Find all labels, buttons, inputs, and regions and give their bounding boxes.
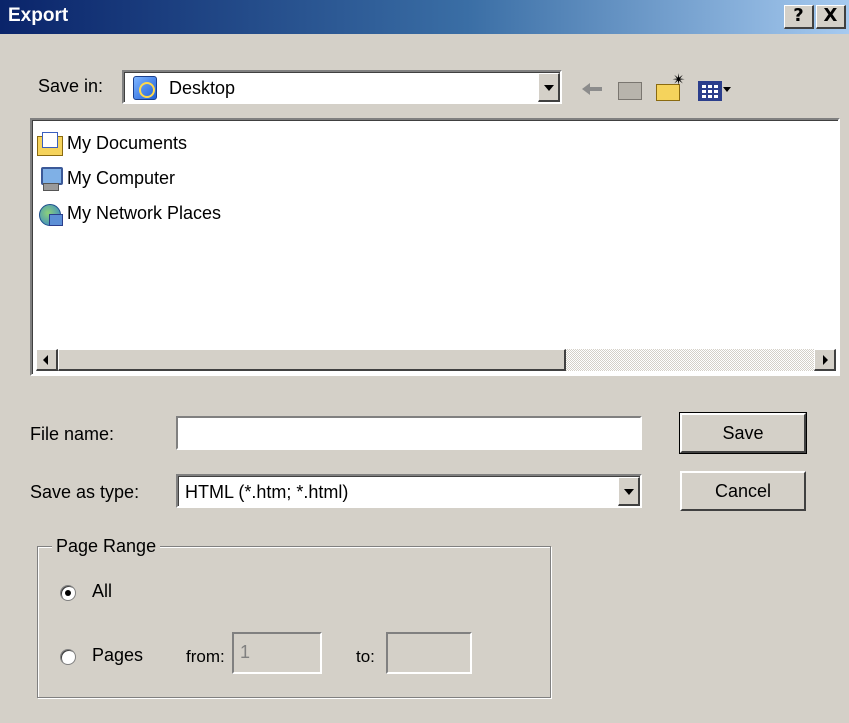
window-title: Export (8, 5, 69, 26)
export-dialog: Export ? X Save in: Desktop My Documents… (0, 0, 849, 723)
back-icon[interactable] (580, 76, 606, 102)
save-as-type-field: HTML (*.htm; *.html) (178, 476, 640, 506)
save-in-dropdown[interactable]: Desktop (122, 70, 562, 104)
save-as-type-value: HTML (*.htm; *.html) (185, 482, 349, 502)
page-range-title: Page Range (52, 536, 161, 557)
list-item-label: My Computer (67, 168, 176, 188)
save-button[interactable]: Save (679, 412, 807, 454)
from-page-input[interactable] (232, 632, 322, 674)
network-places-icon (37, 202, 63, 226)
desktop-icon (133, 76, 157, 100)
help-button[interactable]: ? (784, 5, 814, 29)
save-in-value: Desktop (169, 78, 236, 98)
scroll-right-button[interactable] (814, 349, 836, 371)
view-menu-icon[interactable] (696, 76, 736, 102)
scroll-left-button[interactable] (36, 349, 58, 371)
save-in-dropdown-arrow[interactable] (538, 73, 560, 102)
file-name-label: File name: (30, 424, 115, 444)
list-item-label: My Network Places (67, 203, 222, 223)
save-as-type-label: Save as type: (30, 482, 140, 502)
page-range-radio[interactable] (60, 649, 76, 665)
from-label: from: (186, 647, 225, 666)
save-as-type-dropdown[interactable]: HTML (*.htm; *.html) (176, 474, 642, 508)
file-list-content: My Documents My Computer My Network Plac… (32, 120, 838, 374)
save-in-label: Save in: (38, 76, 104, 96)
pages-label[interactable]: Pages (92, 645, 143, 666)
to-page-input[interactable] (386, 632, 472, 674)
file-list[interactable]: My Documents My Computer My Network Plac… (30, 118, 840, 376)
list-item-label: My Documents (67, 133, 188, 153)
close-button[interactable]: X (816, 5, 846, 29)
my-computer-icon (37, 167, 63, 191)
new-folder-icon[interactable] (654, 70, 688, 102)
page-range-group (37, 546, 551, 698)
horizontal-scrollbar[interactable] (36, 349, 836, 371)
file-name-input[interactable] (176, 416, 642, 450)
cancel-button[interactable]: Cancel (680, 471, 806, 511)
all-pages-label[interactable]: All (92, 581, 112, 602)
up-one-level-icon[interactable] (616, 76, 644, 102)
title-bar[interactable]: Export ? X (0, 0, 849, 34)
all-pages-radio[interactable] (60, 585, 76, 601)
to-label: to: (356, 647, 375, 666)
my-documents-icon (37, 132, 63, 156)
save-in-dropdown-field: Desktop (124, 72, 560, 102)
save-as-type-dropdown-arrow[interactable] (618, 477, 640, 506)
scrollbar-thumb[interactable] (58, 349, 566, 371)
